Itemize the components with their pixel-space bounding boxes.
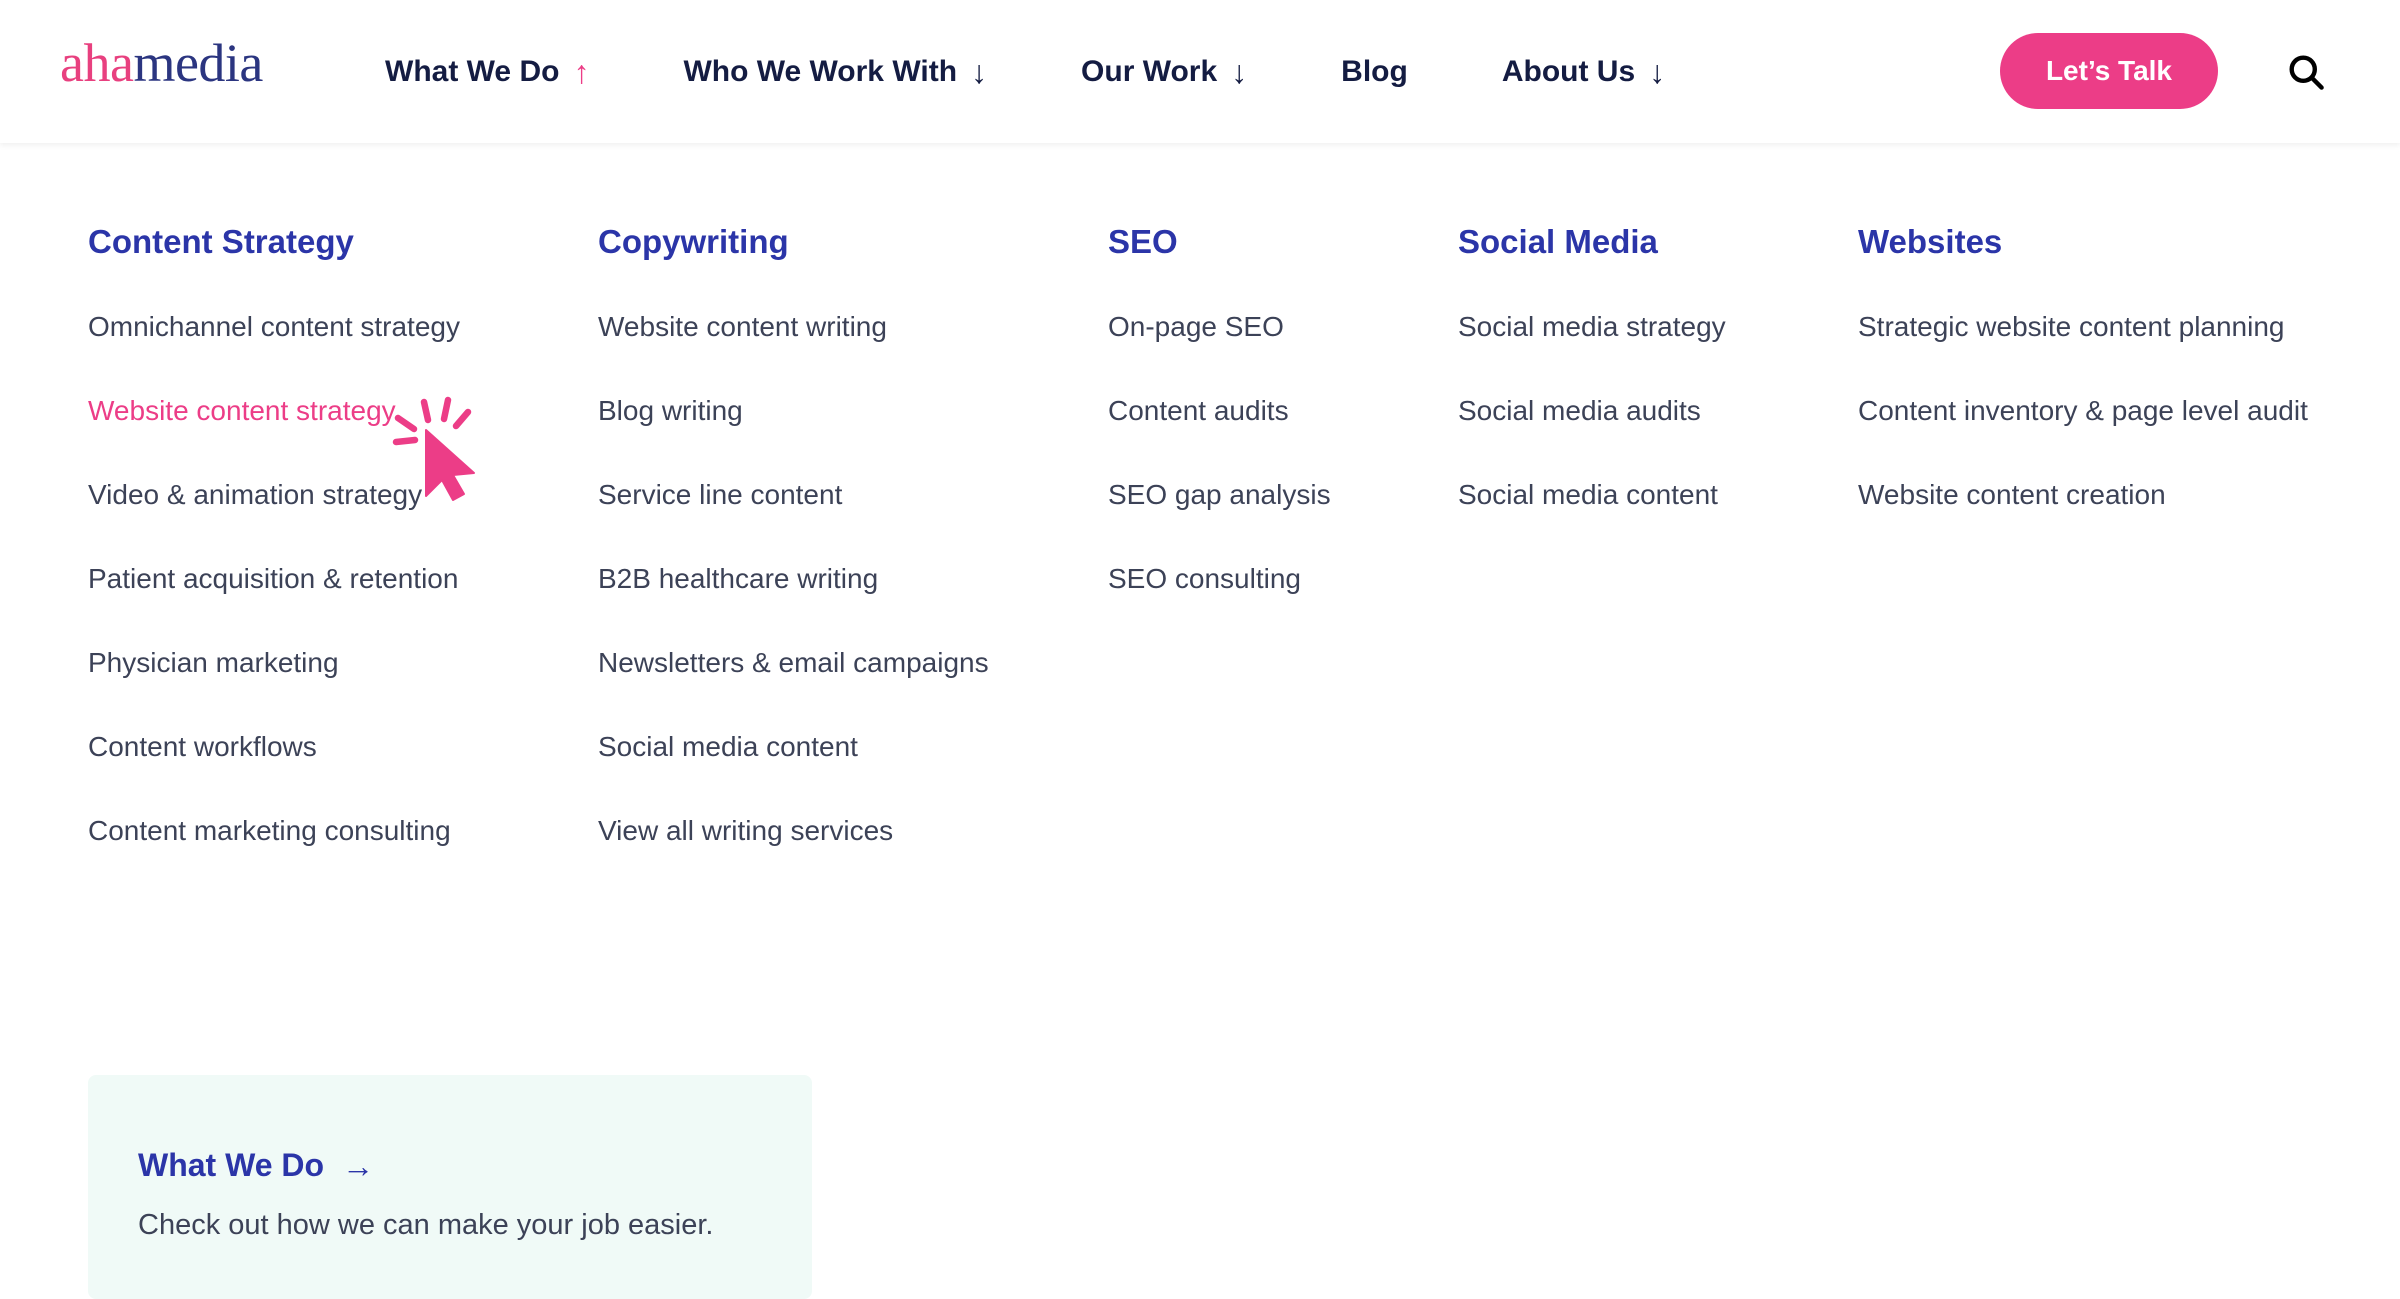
- cta-card-title-link[interactable]: What We Do →: [138, 1147, 374, 1184]
- menu-link[interactable]: Strategic website content planning: [1858, 311, 2358, 343]
- main-nav: What We Do ↑ Who We Work With ↓ Our Work…: [385, 0, 1665, 143]
- nav-item-who-we-work-with[interactable]: Who We Work With ↓: [683, 55, 987, 89]
- column-heading: Content Strategy: [88, 223, 354, 260]
- menu-link[interactable]: Content audits: [1108, 395, 1458, 427]
- menu-link-website-content-strategy[interactable]: Website content strategy: [88, 395, 598, 427]
- menu-link[interactable]: Blog writing: [598, 395, 1108, 427]
- lets-talk-button[interactable]: Let’s Talk: [1999, 33, 2218, 109]
- cta-card-title: What We Do: [138, 1147, 325, 1183]
- nav-label: Blog: [1341, 54, 1408, 88]
- search-icon: [2289, 55, 2324, 90]
- column-heading: Copywriting: [598, 223, 789, 260]
- arrow-down-icon: ↓: [1231, 53, 1248, 90]
- menu-column-websites: Websites Strategic website content plann…: [1858, 223, 2358, 899]
- menu-column-content-strategy: Content Strategy Omnichannel content str…: [88, 223, 598, 899]
- menu-link[interactable]: Social media audits: [1458, 395, 1858, 427]
- menu-link[interactable]: Service line content: [598, 479, 1108, 511]
- menu-link[interactable]: Physician marketing: [88, 647, 598, 679]
- menu-link[interactable]: Patient acquisition & retention: [88, 563, 598, 595]
- arrow-down-icon: ↓: [971, 53, 988, 90]
- search-button[interactable]: [2282, 48, 2330, 96]
- arrow-down-icon: ↓: [1649, 53, 1666, 90]
- arrow-up-icon: ↑: [573, 53, 590, 90]
- menu-link[interactable]: Website content writing: [598, 311, 1108, 343]
- column-heading: Websites: [1858, 223, 2003, 260]
- nav-item-blog[interactable]: Blog: [1341, 55, 1408, 89]
- menu-link[interactable]: Content workflows: [88, 731, 598, 763]
- column-heading: SEO: [1108, 223, 1178, 260]
- site-header: ahamedia What We Do ↑ Who We Work With ↓…: [0, 0, 2400, 143]
- menu-link[interactable]: View all writing services: [598, 815, 1108, 847]
- menu-link[interactable]: Content inventory & page level audit: [1858, 395, 2358, 427]
- menu-link[interactable]: Social media strategy: [1458, 311, 1858, 343]
- nav-item-our-work[interactable]: Our Work ↓: [1081, 55, 1247, 89]
- mega-menu-columns: Content Strategy Omnichannel content str…: [88, 223, 2358, 899]
- nav-item-about-us[interactable]: About Us ↓: [1502, 55, 1665, 89]
- menu-link[interactable]: Newsletters & email campaigns: [598, 647, 1108, 679]
- menu-link[interactable]: Website content creation: [1858, 479, 2358, 511]
- logo[interactable]: ahamedia: [60, 36, 263, 90]
- nav-item-what-we-do[interactable]: What We Do ↑: [385, 55, 589, 89]
- nav-label: What We Do: [385, 54, 560, 88]
- menu-column-social-media: Social Media Social media strategy Socia…: [1458, 223, 1858, 899]
- arrow-right-icon: →: [342, 1147, 375, 1184]
- menu-link[interactable]: Social media content: [598, 731, 1108, 763]
- menu-link[interactable]: Omnichannel content strategy: [88, 311, 598, 343]
- what-we-do-cta-card[interactable]: What We Do → Check out how we can make y…: [88, 1075, 812, 1299]
- cta-card-description: Check out how we can make your job easie…: [138, 1209, 714, 1241]
- nav-label: About Us: [1501, 54, 1636, 88]
- menu-link[interactable]: Content marketing consulting: [88, 815, 598, 847]
- nav-label: Who We Work With: [683, 54, 958, 88]
- menu-link[interactable]: SEO consulting: [1108, 563, 1458, 595]
- menu-link[interactable]: Social media content: [1458, 479, 1858, 511]
- menu-link[interactable]: SEO gap analysis: [1108, 479, 1458, 511]
- column-heading: Social Media: [1458, 223, 1658, 260]
- menu-link[interactable]: On-page SEO: [1108, 311, 1458, 343]
- menu-column-copywriting: Copywriting Website content writing Blog…: [598, 223, 1108, 899]
- menu-link[interactable]: Video & animation strategy: [88, 479, 598, 511]
- menu-column-seo: SEO On-page SEO Content audits SEO gap a…: [1108, 223, 1458, 899]
- menu-link[interactable]: B2B healthcare writing: [598, 563, 1108, 595]
- logo-aha-text: aha: [60, 33, 134, 93]
- logo-media-text: media: [133, 33, 263, 93]
- mega-menu-panel: Content Strategy Omnichannel content str…: [0, 143, 2400, 1299]
- nav-label: Our Work: [1081, 54, 1218, 88]
